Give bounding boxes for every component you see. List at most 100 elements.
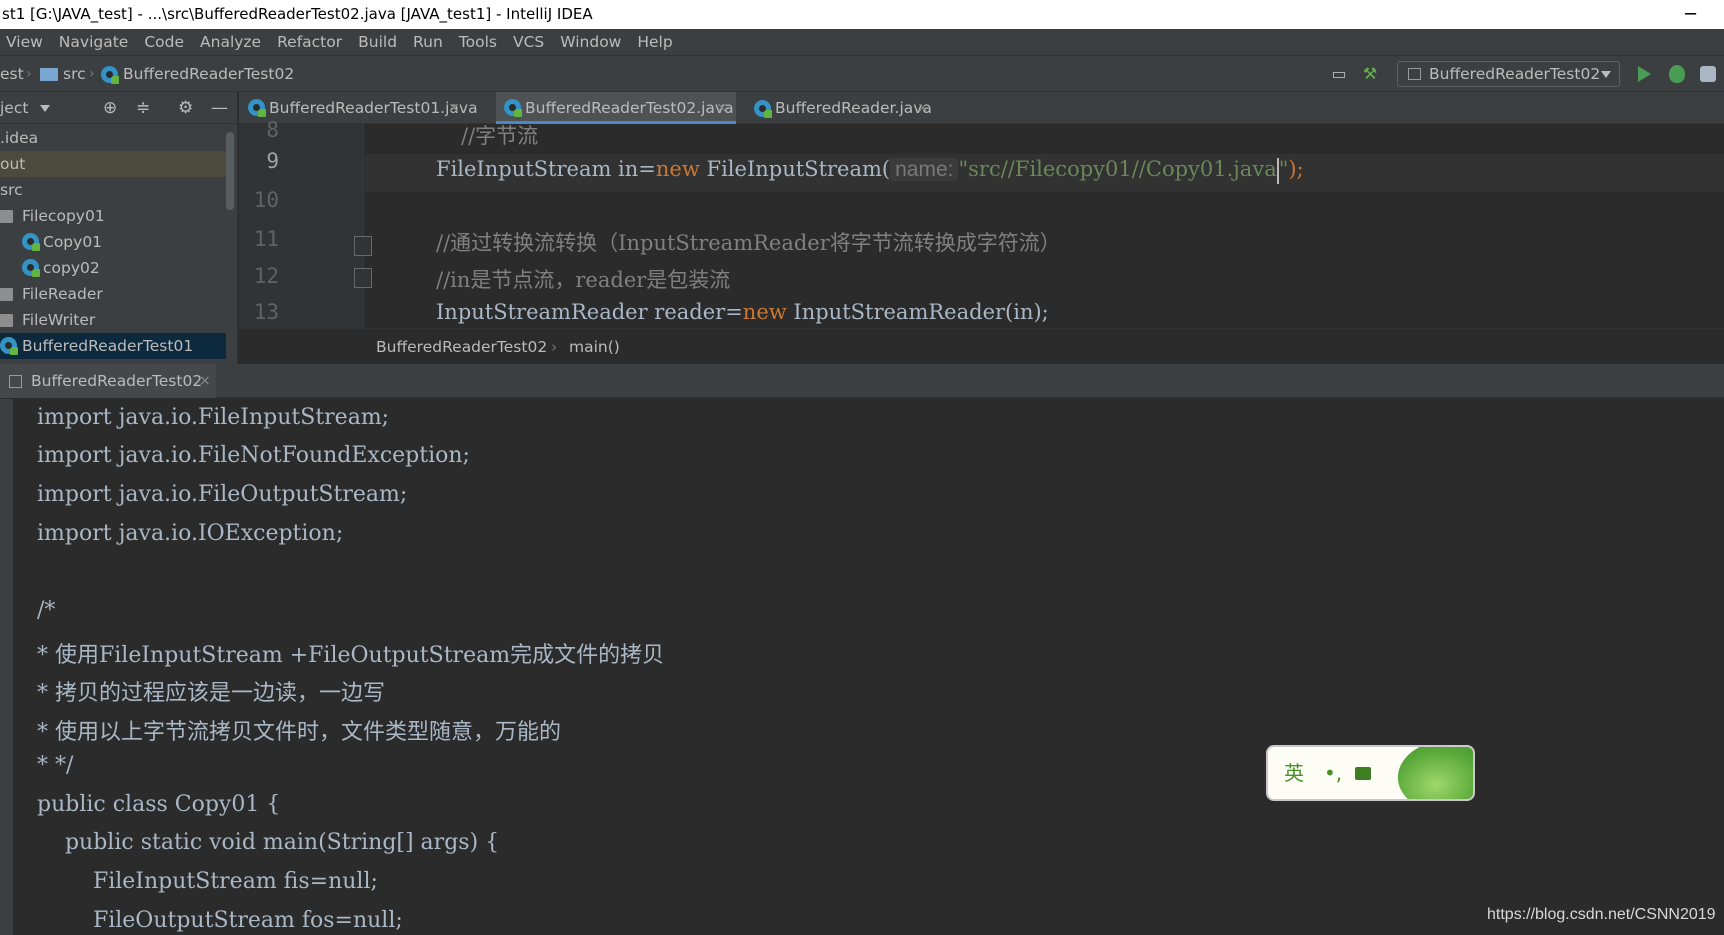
java-class-icon xyxy=(22,259,40,277)
ime-language-toggle[interactable]: 英 xyxy=(1284,747,1304,799)
line-number: 8 xyxy=(266,118,279,142)
menu-analyze[interactable]: Analyze xyxy=(200,33,261,51)
menu-tools[interactable]: Tools xyxy=(459,33,497,51)
tree-item-copy01[interactable]: Copy01 xyxy=(0,229,226,255)
run-configuration-select[interactable]: BufferedReaderTest02 xyxy=(1397,61,1620,87)
chevron-right-icon: › xyxy=(26,66,32,82)
tree-item-bufferedreadertest01[interactable]: BufferedReaderTest01 xyxy=(0,333,226,359)
lower-code-editor[interactable]: import java.io.FileInputStream; import j… xyxy=(0,399,1724,935)
chevron-right-icon: › xyxy=(89,66,95,82)
run-icon[interactable] xyxy=(1638,66,1651,82)
menu-code[interactable]: Code xyxy=(144,33,184,51)
tab-lower-bufferedreadertest02[interactable]: BufferedReaderTest02 × xyxy=(0,364,216,398)
menu-bar: View Navigate Code Analyze Refactor Buil… xyxy=(0,29,1724,56)
leaf-decoration-icon xyxy=(1391,747,1473,799)
java-class-icon xyxy=(504,99,522,117)
chevron-right-icon: › xyxy=(551,338,558,356)
code-line-11: //通过转换流转换（InputStreamReader将字节流转换成字符流） xyxy=(436,231,1061,255)
code-line: * 拷贝的过程应该是一边读，一边写 xyxy=(37,681,385,706)
menu-refactor[interactable]: Refactor xyxy=(277,33,342,51)
line-number: 10 xyxy=(253,188,279,212)
run-with-coverage-icon[interactable] xyxy=(1700,66,1716,82)
editor-tab-bar: BufferedReaderTest01.java × BufferedRead… xyxy=(239,92,1724,124)
project-view-selector[interactable]: ject xyxy=(0,92,28,124)
navigation-bar: est › src › BufferedReaderTest02 ▭ ⚒ Buf… xyxy=(0,56,1724,92)
folder-icon xyxy=(40,68,58,81)
java-class-icon xyxy=(0,337,18,355)
menu-view[interactable]: View xyxy=(6,33,43,51)
code-line: FileInputStream fis=null; xyxy=(37,869,378,894)
tab-label: BufferedReaderTest02.java xyxy=(525,99,734,117)
java-class-icon xyxy=(754,100,772,118)
tab-bufferedreader[interactable]: BufferedReader.java × xyxy=(754,92,939,124)
chevron-down-icon[interactable] xyxy=(40,105,50,112)
project-tool-window: ject ⊕ ≑ ⚙ — .idea out src Filecopy01 Co… xyxy=(0,92,238,364)
tab-label: BufferedReader.java xyxy=(775,99,932,117)
java-class-icon xyxy=(101,66,119,84)
package-icon xyxy=(0,210,13,223)
code-editor[interactable]: //字节流 FileInputStream in=new FileInputSt… xyxy=(365,124,1724,328)
parameter-hint: name: xyxy=(890,158,959,181)
editor-pane: BufferedReaderTest01.java × BufferedRead… xyxy=(239,92,1724,364)
menu-help[interactable]: Help xyxy=(637,33,672,51)
tab-label: BufferedReaderTest02 xyxy=(31,372,203,390)
hide-panel-icon[interactable]: — xyxy=(211,98,228,118)
menu-run[interactable]: Run xyxy=(413,33,443,51)
nav-crumb-src[interactable]: src xyxy=(63,56,86,92)
tree-item-out[interactable]: out xyxy=(0,151,226,177)
code-line-8: //字节流 xyxy=(461,124,539,148)
collapse-all-icon[interactable]: ≑ xyxy=(136,98,150,118)
ime-status-widget[interactable]: 英 •, xyxy=(1266,745,1475,801)
gear-icon[interactable]: ⚙ xyxy=(178,98,193,118)
line-number: 13 xyxy=(253,300,279,324)
skin-shirt-icon[interactable] xyxy=(1355,767,1371,780)
code-line: * 使用FileInputStream +FileOutputStream完成文… xyxy=(37,643,665,668)
editor-breadcrumb-bar: BufferedReaderTest02 › main() xyxy=(239,328,1724,364)
tree-item-idea[interactable]: .idea xyxy=(0,125,226,151)
tab-label: BufferedReaderTest01.java xyxy=(269,99,478,117)
close-icon[interactable]: × xyxy=(917,92,929,124)
tab-bufferedreadertest02[interactable]: BufferedReaderTest02.java × xyxy=(496,92,736,124)
code-line: import java.io.FileOutputStream; xyxy=(37,482,408,507)
run-config-label: BufferedReaderTest02 xyxy=(1429,65,1601,83)
nav-crumb-class[interactable]: BufferedReaderTest02 xyxy=(123,56,294,92)
code-line-9: FileInputStream in=new FileInputStream(n… xyxy=(436,157,1304,184)
package-icon xyxy=(0,288,13,301)
minimize-button[interactable]: ─ xyxy=(1685,0,1696,29)
line-number: 9 xyxy=(266,149,279,173)
chevron-down-icon xyxy=(1601,71,1611,78)
tree-item-src[interactable]: src xyxy=(0,177,226,203)
build-hammer-icon[interactable]: ⚒ xyxy=(1361,65,1379,83)
tree-item-filecopy01[interactable]: Filecopy01 xyxy=(0,203,226,229)
menu-navigate[interactable]: Navigate xyxy=(59,33,129,51)
menu-build[interactable]: Build xyxy=(358,33,397,51)
breadcrumb-class[interactable]: BufferedReaderTest02 xyxy=(376,329,547,365)
menu-vcs[interactable]: VCS xyxy=(513,33,544,51)
tree-item-filewriter[interactable]: FileWriter xyxy=(0,307,226,333)
tab-bufferedreadertest01[interactable]: BufferedReaderTest01.java × xyxy=(248,92,478,124)
watermark-text: https://blog.csdn.net/CSNN2019 xyxy=(1487,906,1716,923)
code-line: import java.io.FileInputStream; xyxy=(37,405,390,430)
code-line-12: //in是节点流，reader是包装流 xyxy=(436,268,731,292)
code-line: FileOutputStream fos=null; xyxy=(37,908,403,933)
nav-crumb-project[interactable]: est xyxy=(0,56,24,92)
debug-bug-icon[interactable] xyxy=(1669,65,1685,83)
breadcrumb-method[interactable]: main() xyxy=(569,329,620,365)
ime-punctuation-toggle[interactable]: •, xyxy=(1324,747,1342,799)
code-line: import java.io.IOException; xyxy=(37,521,344,546)
locate-target-icon[interactable]: ⊕ xyxy=(103,98,117,118)
close-icon[interactable]: × xyxy=(716,92,728,124)
tree-item-filereader[interactable]: FileReader xyxy=(0,281,226,307)
file-icon xyxy=(9,375,22,388)
close-icon[interactable]: × xyxy=(448,92,460,124)
tree-item-copy02[interactable]: copy02 xyxy=(0,255,226,281)
line-number: 12 xyxy=(253,264,279,288)
code-line: /* xyxy=(37,598,56,623)
code-line: * */ xyxy=(37,753,74,778)
menu-window[interactable]: Window xyxy=(560,33,621,51)
project-structure-icon[interactable]: ▭ xyxy=(1330,65,1348,83)
project-scrollbar[interactable] xyxy=(226,132,234,210)
window-title: st1 [G:\JAVA_test] - ...\src\BufferedRea… xyxy=(2,5,593,23)
close-icon[interactable]: × xyxy=(199,364,211,398)
java-class-icon xyxy=(248,99,266,117)
